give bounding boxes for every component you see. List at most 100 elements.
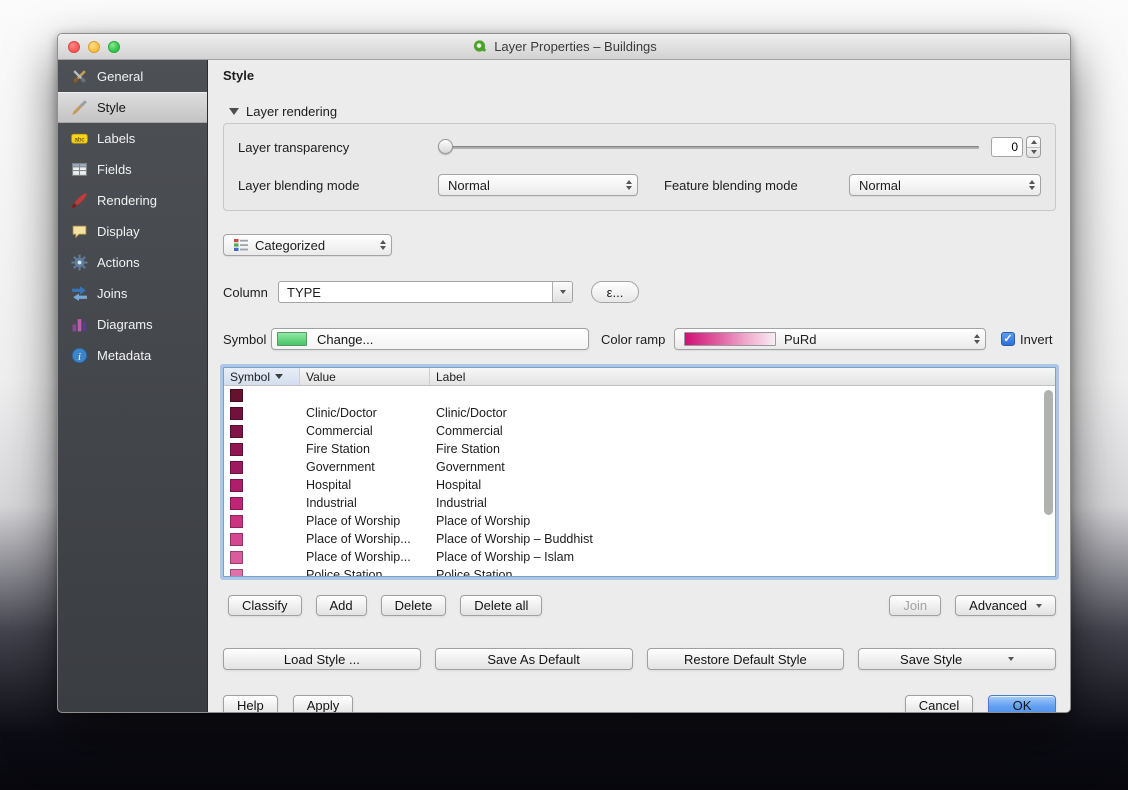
dialog-actions-row: Help Apply Cancel OK (223, 695, 1056, 713)
symbol-change-label: Change... (317, 332, 373, 347)
category-color-swatch[interactable] (230, 551, 243, 564)
category-color-swatch[interactable] (230, 461, 243, 474)
table-row[interactable]: Clinic/Doctor Clinic/Doctor (224, 404, 1055, 422)
sidebar-item-metadata[interactable]: i Metadata (58, 340, 207, 371)
table-row[interactable]: Government Government (224, 458, 1055, 476)
categorized-icon (233, 237, 249, 253)
transparency-label: Layer transparency (238, 140, 438, 155)
feature-blending-label: Feature blending mode (664, 178, 798, 193)
sidebar-item-actions[interactable]: Actions (58, 247, 207, 278)
ok-button[interactable]: OK (988, 695, 1056, 713)
table-row[interactable]: Industrial Industrial (224, 494, 1055, 512)
category-color-swatch[interactable] (230, 425, 243, 438)
category-color-swatch[interactable] (230, 515, 243, 528)
color-ramp-value: PuRd (784, 332, 966, 347)
advanced-button[interactable]: Advanced (955, 595, 1056, 616)
apply-button[interactable]: Apply (293, 695, 354, 713)
category-color-swatch[interactable] (230, 407, 243, 420)
table-row[interactable] (224, 386, 1055, 404)
column-header-value[interactable]: Value (300, 368, 430, 385)
symbol-change-button[interactable]: Change... (271, 328, 589, 350)
column-combobox[interactable]: TYPE (278, 281, 573, 303)
feature-blending-value: Normal (859, 178, 1021, 193)
symbol-label: Symbol (223, 332, 271, 347)
save-as-default-button[interactable]: Save As Default (435, 648, 633, 670)
symbol-row: Symbol Change... Color ramp PuRd Invert (223, 328, 1056, 350)
column-header-label[interactable]: Label (430, 368, 1055, 385)
layer-blending-label: Layer blending mode (238, 178, 438, 193)
category-label: Place of Worship (430, 514, 1055, 528)
save-style-button[interactable]: Save Style (858, 648, 1056, 670)
table-row[interactable]: Place of Worship Place of Worship (224, 512, 1055, 530)
feature-blending-select[interactable]: Normal (849, 174, 1041, 196)
column-header-symbol[interactable]: Symbol (224, 368, 300, 385)
renderer-type-select[interactable]: Categorized (223, 234, 392, 256)
restore-default-style-button[interactable]: Restore Default Style (647, 648, 845, 670)
column-dropdown-button[interactable] (552, 282, 572, 302)
titlebar[interactable]: Layer Properties – Buildings (58, 34, 1070, 60)
expression-button-label: ε... (607, 285, 624, 300)
category-color-swatch[interactable] (230, 443, 243, 456)
sidebar-item-diagrams[interactable]: Diagrams (58, 309, 207, 340)
minimize-button[interactable] (88, 41, 100, 53)
stepper-up-icon[interactable] (1027, 137, 1040, 148)
join-button[interactable]: Join (889, 595, 941, 616)
sidebar-item-labels[interactable]: abc Labels (58, 123, 207, 154)
categories-table[interactable]: Symbol Value Label (223, 367, 1056, 577)
column-value: TYPE (279, 282, 552, 302)
svg-text:abc: abc (74, 136, 85, 143)
sidebar-item-label: Diagrams (97, 317, 153, 332)
category-color-swatch[interactable] (230, 389, 243, 402)
layer-blending-select[interactable]: Normal (438, 174, 638, 196)
sidebar-item-fields[interactable]: Fields (58, 154, 207, 185)
table-row[interactable]: Police Station Police Station (224, 566, 1055, 577)
table-scrollbar[interactable] (1044, 390, 1053, 515)
close-button[interactable] (68, 41, 80, 53)
slider-handle[interactable] (438, 139, 453, 154)
transparency-value-input[interactable] (991, 137, 1023, 157)
sidebar-item-general[interactable]: General (58, 61, 207, 92)
category-color-swatch[interactable] (230, 569, 243, 578)
slider-track (440, 146, 979, 149)
category-color-swatch[interactable] (230, 533, 243, 546)
category-value: Industrial (300, 496, 430, 510)
cancel-button[interactable]: Cancel (905, 695, 973, 713)
category-color-swatch[interactable] (230, 479, 243, 492)
tools-icon (71, 68, 88, 85)
layer-rendering-label: Layer rendering (246, 104, 337, 119)
load-style-button[interactable]: Load Style ... (223, 648, 421, 670)
layer-rendering-disclosure[interactable]: Layer rendering (223, 103, 1056, 119)
delete-all-button[interactable]: Delete all (460, 595, 542, 616)
expression-button[interactable]: ε... (591, 281, 639, 303)
stepper-down-icon[interactable] (1027, 148, 1040, 158)
help-button[interactable]: Help (223, 695, 278, 713)
zoom-button[interactable] (108, 41, 120, 53)
table-row[interactable]: Place of Worship... Place of Worship – I… (224, 548, 1055, 566)
table-row[interactable]: Commercial Commercial (224, 422, 1055, 440)
speech-bubble-icon (71, 223, 88, 240)
add-button[interactable]: Add (316, 595, 367, 616)
window-body: General Style abc Labels Fields (58, 60, 1070, 712)
transparency-stepper[interactable] (1026, 136, 1041, 158)
category-color-swatch[interactable] (230, 497, 243, 510)
table-row[interactable]: Hospital Hospital (224, 476, 1055, 494)
sidebar-item-label: General (97, 69, 143, 84)
popup-arrows-icon (1029, 180, 1035, 190)
column-row: Column TYPE ε... (223, 281, 1056, 303)
table-row[interactable]: Fire Station Fire Station (224, 440, 1055, 458)
category-value: Police Station (300, 568, 430, 577)
sidebar-item-joins[interactable]: Joins (58, 278, 207, 309)
transparency-slider[interactable] (438, 139, 981, 155)
category-value: Clinic/Doctor (300, 406, 430, 420)
sidebar-item-style[interactable]: Style (58, 92, 207, 123)
invert-checkbox[interactable] (1001, 332, 1015, 346)
color-ramp-select[interactable]: PuRd (674, 328, 986, 350)
classify-button[interactable]: Classify (228, 595, 302, 616)
sidebar-item-display[interactable]: Display (58, 216, 207, 247)
delete-button[interactable]: Delete (381, 595, 447, 616)
sidebar-item-rendering[interactable]: Rendering (58, 185, 207, 216)
layer-properties-window: Layer Properties – Buildings General Sty… (57, 33, 1071, 713)
style-panel: Style Layer rendering Layer transparency (208, 60, 1070, 712)
column-label: Column (223, 285, 278, 300)
table-row[interactable]: Place of Worship... Place of Worship – B… (224, 530, 1055, 548)
